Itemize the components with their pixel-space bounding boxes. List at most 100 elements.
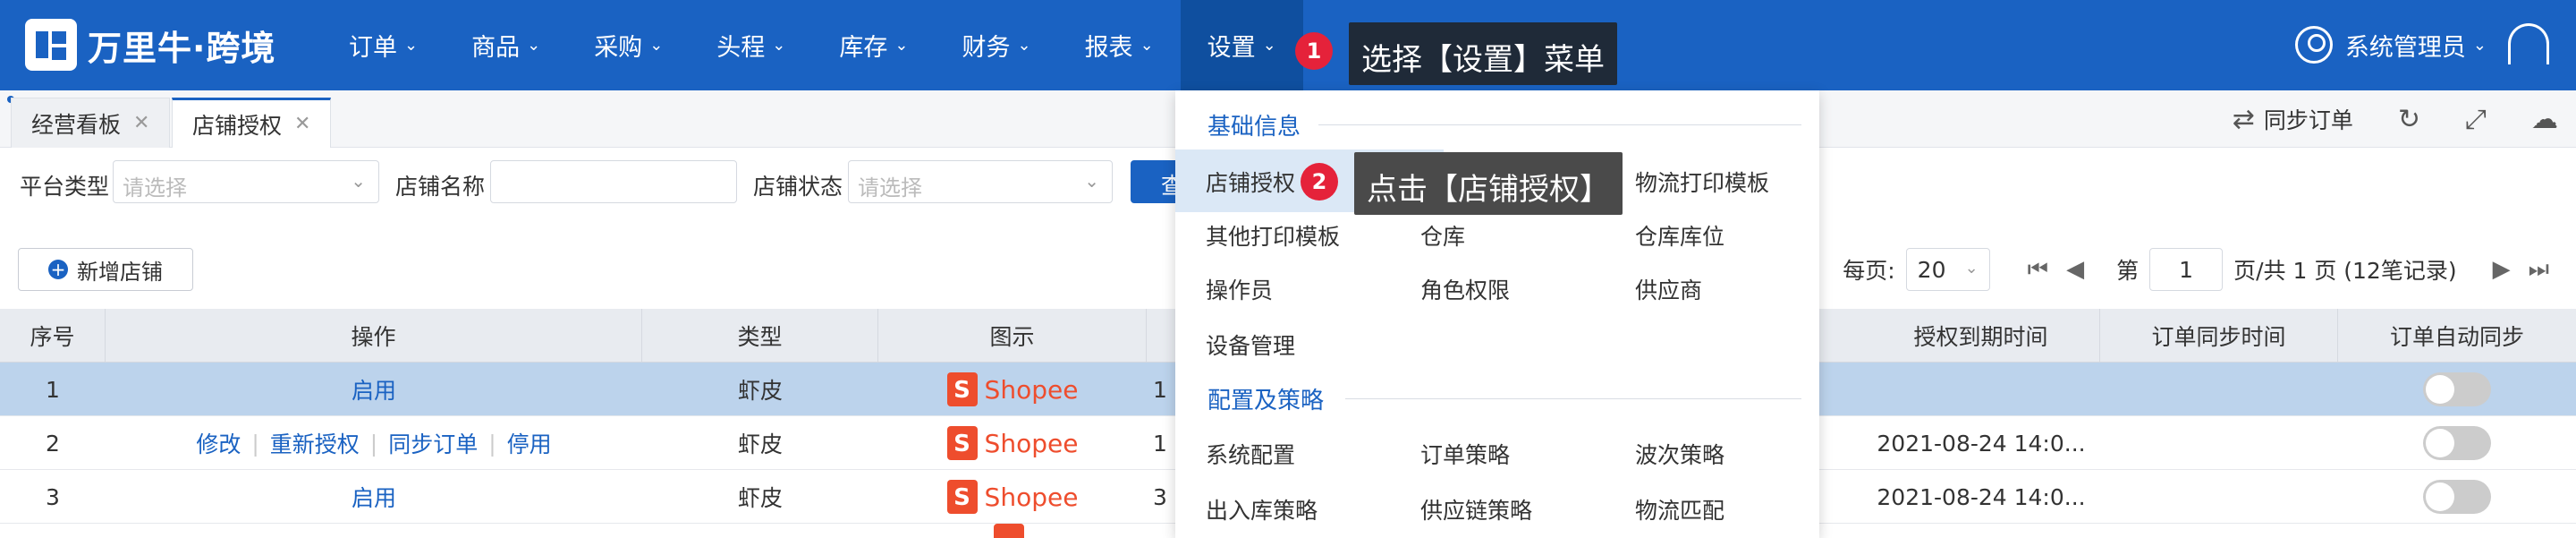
user-name: 系统管理员: [2344, 33, 2466, 62]
shopee-bag-icon: S: [946, 372, 978, 406]
store-name-input[interactable]: [490, 160, 737, 203]
add-store-button[interactable]: + 新增店铺: [18, 248, 193, 291]
menu-item-system-config[interactable]: 系统配置: [1206, 438, 1295, 470]
top-navbar: 万里牛·跨境 订单 ⌄ 商品 ⌄ 采购 ⌄ 头程 ⌄ 库存 ⌄ 财务 ⌄ 报表 ⌄ 设置 ⌄ 系…: [0, 0, 2576, 90]
main-nav: 订单 ⌄ 商品 ⌄ 采购 ⌄ 头程 ⌄ 库存 ⌄ 财务 ⌄ 报表 ⌄ 设置 ⌄: [322, 0, 1303, 90]
guide-step-1-badge: 1: [1295, 32, 1333, 70]
col-header-sync-time: 订单同步时间: [2100, 309, 2338, 363]
page-toolbar: ⇄ 同步订单 ↻ ⤢ ☁: [2188, 90, 2558, 148]
auto-sync-toggle[interactable]: [2423, 426, 2491, 460]
nav-item-firstleg[interactable]: 头程 ⌄: [690, 0, 812, 90]
logo-mark-icon: [25, 19, 77, 71]
nav-item-orders[interactable]: 订单 ⌄: [322, 0, 445, 90]
prev-page-icon[interactable]: ◀: [2066, 256, 2084, 283]
col-header-ops: 操作: [106, 309, 642, 363]
first-page-icon[interactable]: ⏮: [2028, 256, 2048, 284]
brand-name: 万里牛·跨境: [88, 28, 276, 68]
user-menu[interactable]: 系统管理员 ⌄: [2294, 21, 2487, 68]
store-status-select[interactable]: 请选择 ⌄: [848, 160, 1113, 203]
shopee-logo: [994, 524, 1031, 538]
fullscreen-button[interactable]: ⤢: [2465, 104, 2487, 135]
refresh-button[interactable]: ↻: [2398, 104, 2420, 135]
menu-item-warehouse[interactable]: 仓库: [1420, 219, 1465, 252]
nav-item-finance[interactable]: 财务 ⌄: [935, 0, 1057, 90]
menu-item-warehouse-location[interactable]: 仓库库位: [1635, 219, 1724, 252]
col-header-logo: 图示: [878, 309, 1147, 363]
tab-dashboard[interactable]: 经营看板 ✕: [11, 98, 171, 148]
section-divider: [1345, 398, 1801, 399]
platform-type-select[interactable]: 请选择 ⌄: [113, 160, 379, 203]
col-header-expire: 授权到期时间: [1862, 309, 2100, 363]
page-number-input[interactable]: 1: [2149, 248, 2224, 291]
nav-item-purchase[interactable]: 采购 ⌄: [567, 0, 690, 90]
menu-item-supply-chain-strategy[interactable]: 供应链策略: [1420, 493, 1532, 525]
menu-item-logistics-matching[interactable]: 物流匹配: [1635, 493, 1724, 525]
chevron-down-icon: ⌄: [404, 36, 419, 55]
menu-item-supplier[interactable]: 供应商: [1635, 273, 1702, 305]
auto-sync-toggle[interactable]: [2423, 480, 2491, 514]
menu-item-inout-strategy[interactable]: 出入库策略: [1206, 493, 1318, 525]
sync-orders-link[interactable]: 同步订单: [388, 427, 478, 459]
col-header-auto-sync: 订单自动同步: [2389, 324, 2524, 350]
store-name-label: 店铺名称: [395, 174, 486, 200]
nav-item-settings[interactable]: 设置 ⌄: [1180, 0, 1303, 90]
sync-orders-button[interactable]: ⇄ 同步订单: [2233, 103, 2353, 135]
col-header-type: 类型: [642, 309, 878, 363]
chevron-down-icon: ⌄: [649, 36, 664, 55]
guide-step-2-callout: 点击【店铺授权】: [1354, 152, 1623, 215]
menu-section-config: 配置及策略: [1208, 388, 1325, 414]
enable-link[interactable]: 启用: [352, 373, 396, 406]
menu-item-store-auth[interactable]: 店铺授权: [1206, 166, 1295, 198]
chevron-down-icon: ⌄: [351, 170, 366, 192]
cloud-upload-button[interactable]: ☁: [2531, 104, 2558, 135]
menu-item-role-permissions[interactable]: 角色权限: [1420, 273, 1510, 305]
next-page-icon[interactable]: ▶: [2493, 256, 2511, 283]
nav-item-inventory[interactable]: 库存 ⌄: [812, 0, 935, 90]
refresh-icon: ↻: [2397, 103, 2420, 135]
shopee-bag-icon: S: [946, 480, 978, 514]
shopee-logo: S Shopee: [946, 480, 1078, 514]
nav-item-products[interactable]: 商品 ⌄: [445, 0, 567, 90]
menu-item-operator[interactable]: 操作员: [1206, 273, 1273, 305]
cloud-upload-icon: ☁: [2531, 103, 2558, 135]
sync-arrows-icon: ⇄: [2232, 103, 2255, 135]
guide-step-2-badge: 2: [1301, 163, 1338, 201]
pagination: 每页: 20 ⌄ ⏮ ◀ 第 1 页/共 1 页 (12笔记录) ▶ ⏭: [1843, 246, 2558, 293]
enable-link[interactable]: 启用: [352, 481, 396, 513]
auto-sync-toggle[interactable]: [2423, 372, 2491, 406]
chevron-down-icon: ⌄: [894, 36, 909, 55]
col-header-index: 序号: [0, 309, 106, 363]
menu-item-wave-strategy[interactable]: 波次策略: [1635, 438, 1724, 470]
edit-link[interactable]: 修改: [196, 427, 241, 459]
menu-item-order-strategy[interactable]: 订单策略: [1420, 438, 1510, 470]
tab-store-auth[interactable]: 店铺授权 ✕: [172, 98, 332, 148]
reauthorize-link[interactable]: 重新授权: [270, 427, 360, 459]
brand-logo[interactable]: 万里牛·跨境: [25, 18, 275, 72]
chevron-down-icon: ⌄: [772, 36, 786, 55]
chevron-down-icon: ⌄: [1262, 36, 1276, 55]
menu-item-logistics-print-template[interactable]: 物流打印模板: [1635, 166, 1769, 198]
chevron-down-icon: ⌄: [1017, 36, 1031, 55]
per-page-select[interactable]: 20 ⌄: [1905, 248, 1990, 291]
menu-item-other-print-template[interactable]: 其他打印模板: [1206, 219, 1340, 252]
last-page-icon[interactable]: ⏭: [2529, 256, 2549, 284]
disable-link[interactable]: 停用: [507, 427, 552, 459]
chevron-down-icon: ⌄: [2472, 35, 2487, 55]
shopee-logo: S Shopee: [946, 426, 1078, 460]
menu-section-basic: 基础信息: [1208, 114, 1301, 141]
section-divider: [1318, 124, 1801, 125]
fullscreen-icon: ⤢: [2465, 103, 2487, 135]
plus-icon: +: [48, 260, 68, 279]
chevron-down-icon: ⌄: [527, 36, 541, 55]
menu-item-device-management[interactable]: 设备管理: [1206, 329, 1295, 361]
close-icon[interactable]: ✕: [133, 112, 149, 134]
platform-type-label: 平台类型: [20, 174, 110, 200]
support-headset-icon[interactable]: [2508, 23, 2549, 64]
close-icon[interactable]: ✕: [294, 113, 310, 135]
chevron-down-icon: ⌄: [1964, 259, 1979, 278]
nav-item-reports[interactable]: 报表 ⌄: [1058, 0, 1181, 90]
shopee-bag-icon: S: [946, 426, 978, 460]
user-icon: [2294, 26, 2333, 64]
store-status-label: 店铺状态: [753, 174, 843, 200]
chevron-down-icon: ⌄: [1140, 36, 1154, 55]
